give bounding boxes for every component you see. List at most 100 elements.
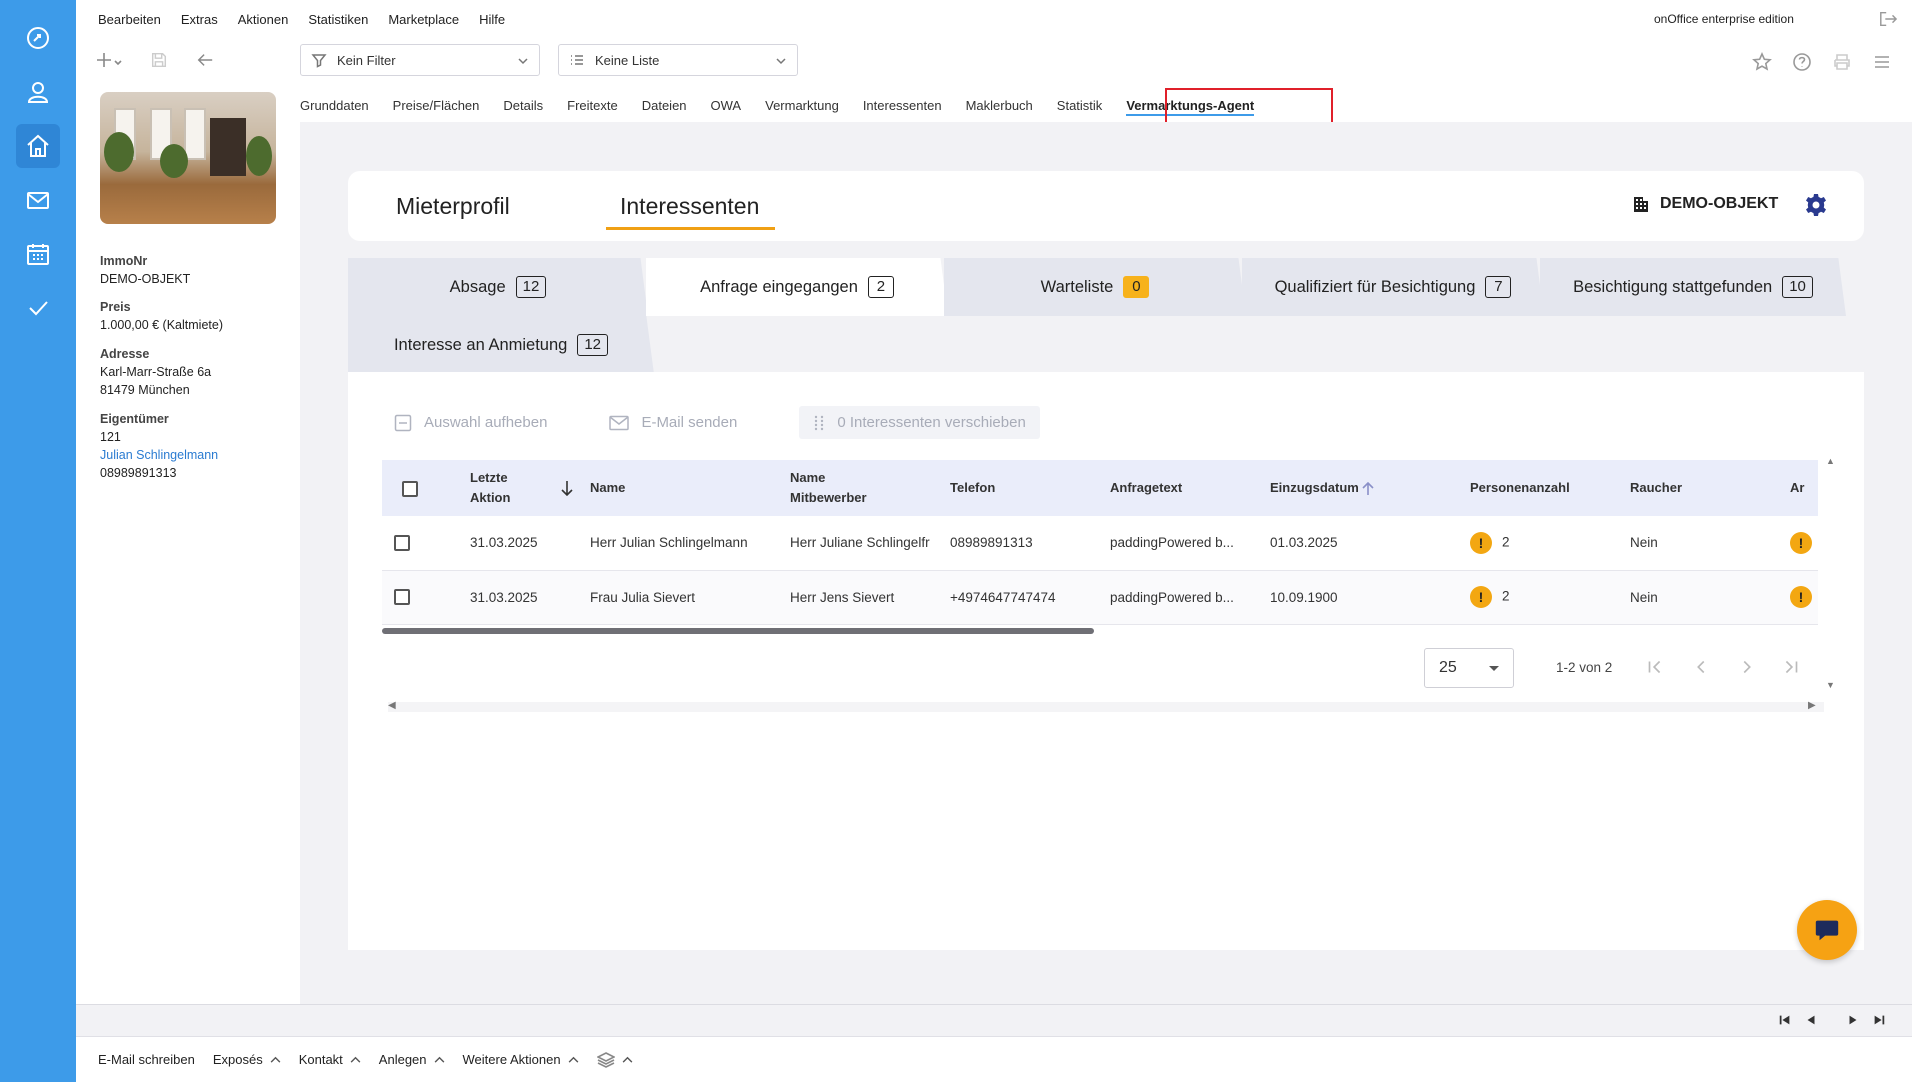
stage-tab-anfrage-eingegangen[interactable]: Anfrage eingegangen 2 <box>646 258 948 316</box>
filter-icon <box>311 54 327 68</box>
horizontal-scroll-track[interactable] <box>388 702 1824 712</box>
menu-extras[interactable]: Extras <box>181 12 218 27</box>
bottom-weitere-aktionen[interactable]: Weitere Aktionen <box>463 1052 579 1067</box>
tab-vermarktung[interactable]: Vermarktung <box>765 88 839 122</box>
bottom-email-schreiben[interactable]: E-Mail schreiben <box>98 1052 195 1067</box>
chat-support-button[interactable] <box>1797 900 1857 960</box>
stage-tab-besichtigung-stattgefunden[interactable]: Besichtigung stattgefunden 10 <box>1540 258 1846 316</box>
cell-phone[interactable]: +4974647747474 <box>942 570 1102 625</box>
col-name[interactable]: Name <box>582 460 782 516</box>
col-telefon[interactable]: Telefon <box>942 460 1102 516</box>
properties-home-icon[interactable] <box>16 124 60 168</box>
back-arrow-icon[interactable] <box>192 48 218 72</box>
cell-smoker: Nein <box>1622 516 1782 571</box>
filter-select[interactable]: Kein Filter <box>300 44 540 76</box>
bottom-anlegen[interactable]: Anlegen <box>379 1052 445 1067</box>
tab-dateien[interactable]: Dateien <box>642 88 687 122</box>
menu-statistiken[interactable]: Statistiken <box>308 12 368 27</box>
row-checkbox[interactable] <box>394 534 410 551</box>
tab-statistik[interactable]: Statistik <box>1057 88 1103 122</box>
col-anfragetext[interactable]: Anfragetext <box>1102 460 1262 516</box>
tab-interessenten[interactable]: Interessenten <box>863 88 942 122</box>
per-page-select[interactable]: 25 <box>1424 648 1514 688</box>
col-letzte-aktion[interactable]: Letzte Aktion <box>462 460 582 516</box>
save-icon[interactable] <box>146 48 172 72</box>
first-page-icon[interactable] <box>1644 656 1668 680</box>
calendar-icon[interactable] <box>16 232 60 276</box>
last-page-icon[interactable] <box>1780 656 1804 680</box>
scroll-right-arrow[interactable]: ▶ <box>1808 700 1816 711</box>
help-icon[interactable] <box>1792 52 1814 74</box>
col-einzugsdatum[interactable]: Einzugsdatum <box>1262 460 1462 516</box>
stage-tab-qualifiziert[interactable]: Qualifiziert für Besichtigung 7 <box>1242 258 1544 316</box>
prev-page-icon[interactable] <box>1690 656 1714 680</box>
stage-tab-interesse-an-anmietung[interactable]: Interesse an Anmietung 12 <box>348 316 654 374</box>
warning-icon: ! <box>1470 586 1492 608</box>
subtab-mieterprofil[interactable]: Mieterprofil <box>396 193 510 220</box>
bottom-kontakt[interactable]: Kontakt <box>299 1052 361 1067</box>
logout-icon[interactable] <box>1878 10 1900 30</box>
col-personenanzahl[interactable]: Personenanzahl <box>1462 460 1622 516</box>
add-new-icon[interactable] <box>96 48 122 72</box>
stage-count: 0 <box>1123 276 1150 298</box>
cell-smoker: Nein <box>1622 570 1782 625</box>
star-icon[interactable] <box>1752 52 1774 74</box>
record-first-icon[interactable] <box>1778 1013 1794 1029</box>
menu-marketplace[interactable]: Marketplace <box>388 12 459 27</box>
tab-preise-flaechen[interactable]: Preise/Flächen <box>393 88 480 122</box>
eigentuemer-nr: 121 <box>100 430 121 444</box>
scroll-down-arrow[interactable]: ▼ <box>1826 680 1835 690</box>
dashboard-icon[interactable] <box>16 16 60 60</box>
record-prev-icon[interactable] <box>1804 1013 1820 1029</box>
stage-label: Besichtigung stattgefunden <box>1573 277 1773 296</box>
menu-bearbeiten[interactable]: Bearbeiten <box>98 12 161 27</box>
subtab-interessenten[interactable]: Interessenten <box>605 193 776 230</box>
col-raucher[interactable]: Raucher <box>1622 460 1782 516</box>
scroll-up-arrow[interactable]: ▲ <box>1826 456 1835 466</box>
record-next-icon[interactable] <box>1846 1013 1862 1029</box>
print-icon[interactable] <box>1832 52 1854 74</box>
eigentuemer-label: Eigentümer <box>100 412 169 426</box>
tab-details[interactable]: Details <box>503 88 543 122</box>
eigentuemer-name-link[interactable]: Julian Schlingelmann <box>100 446 218 464</box>
cell-name[interactable]: Herr Julian Schlingelmann <box>582 516 782 571</box>
tab-freitexte[interactable]: Freitexte <box>567 88 618 122</box>
warning-icon: ! <box>1790 531 1812 554</box>
object-name: DEMO-OBJEKT <box>1660 195 1779 212</box>
cell-phone[interactable]: 08989891313 <box>942 516 1102 571</box>
table-row[interactable]: 31.03.2025 Frau Julia Sievert Herr Jens … <box>382 570 1818 625</box>
property-thumbnail[interactable] <box>100 92 276 224</box>
tab-grunddaten[interactable]: Grunddaten <box>300 88 369 122</box>
row-checkbox[interactable] <box>394 589 410 606</box>
deselect-button[interactable]: Auswahl aufheben <box>394 414 547 432</box>
stage-tab-absage[interactable]: Absage 12 <box>348 258 648 316</box>
bottom-layers[interactable] <box>596 1051 633 1068</box>
list-select[interactable]: Keine Liste <box>558 44 798 76</box>
settings-gear-icon[interactable] <box>1804 193 1830 219</box>
stage-tab-warteliste[interactable]: Warteliste 0 <box>944 258 1246 316</box>
cell-name[interactable]: Frau Julia Sievert <box>582 570 782 625</box>
list-icon <box>571 55 583 65</box>
hamburger-menu-icon[interactable] <box>1872 52 1894 74</box>
col-truncated[interactable]: Ar <box>1782 460 1818 516</box>
tasks-check-icon[interactable] <box>16 286 60 330</box>
next-page-icon[interactable] <box>1736 656 1760 680</box>
scroll-left-arrow[interactable]: ◀ <box>388 700 396 711</box>
send-email-button[interactable]: E-Mail senden <box>609 414 737 431</box>
tab-maklerbuch[interactable]: Maklerbuch <box>966 88 1033 122</box>
col-name-mitbewerber[interactable]: Name Mitbewerber <box>782 460 942 516</box>
bottom-exposes[interactable]: Exposés <box>213 1052 281 1067</box>
mail-icon[interactable] <box>16 178 60 222</box>
horizontal-scrollbar-thumb[interactable] <box>382 628 1094 634</box>
cell-date: 31.03.2025 <box>462 516 582 571</box>
menu-aktionen[interactable]: Aktionen <box>238 12 289 27</box>
table-row[interactable]: 31.03.2025 Herr Julian Schlingelmann Her… <box>382 516 1818 571</box>
select-all-checkbox[interactable] <box>402 480 418 497</box>
menu-hilfe[interactable]: Hilfe <box>479 12 505 27</box>
tab-owa[interactable]: OWA <box>711 88 742 122</box>
chevron-up-icon <box>270 1056 281 1063</box>
record-last-icon[interactable] <box>1872 1013 1888 1029</box>
contacts-icon[interactable] <box>16 70 60 114</box>
move-interessenten-button[interactable]: 0 Interessenten verschieben <box>799 406 1040 439</box>
property-info-panel: ImmoNr DEMO-OBJEKT Preis 1.000,00 € (Kal… <box>76 92 300 1004</box>
